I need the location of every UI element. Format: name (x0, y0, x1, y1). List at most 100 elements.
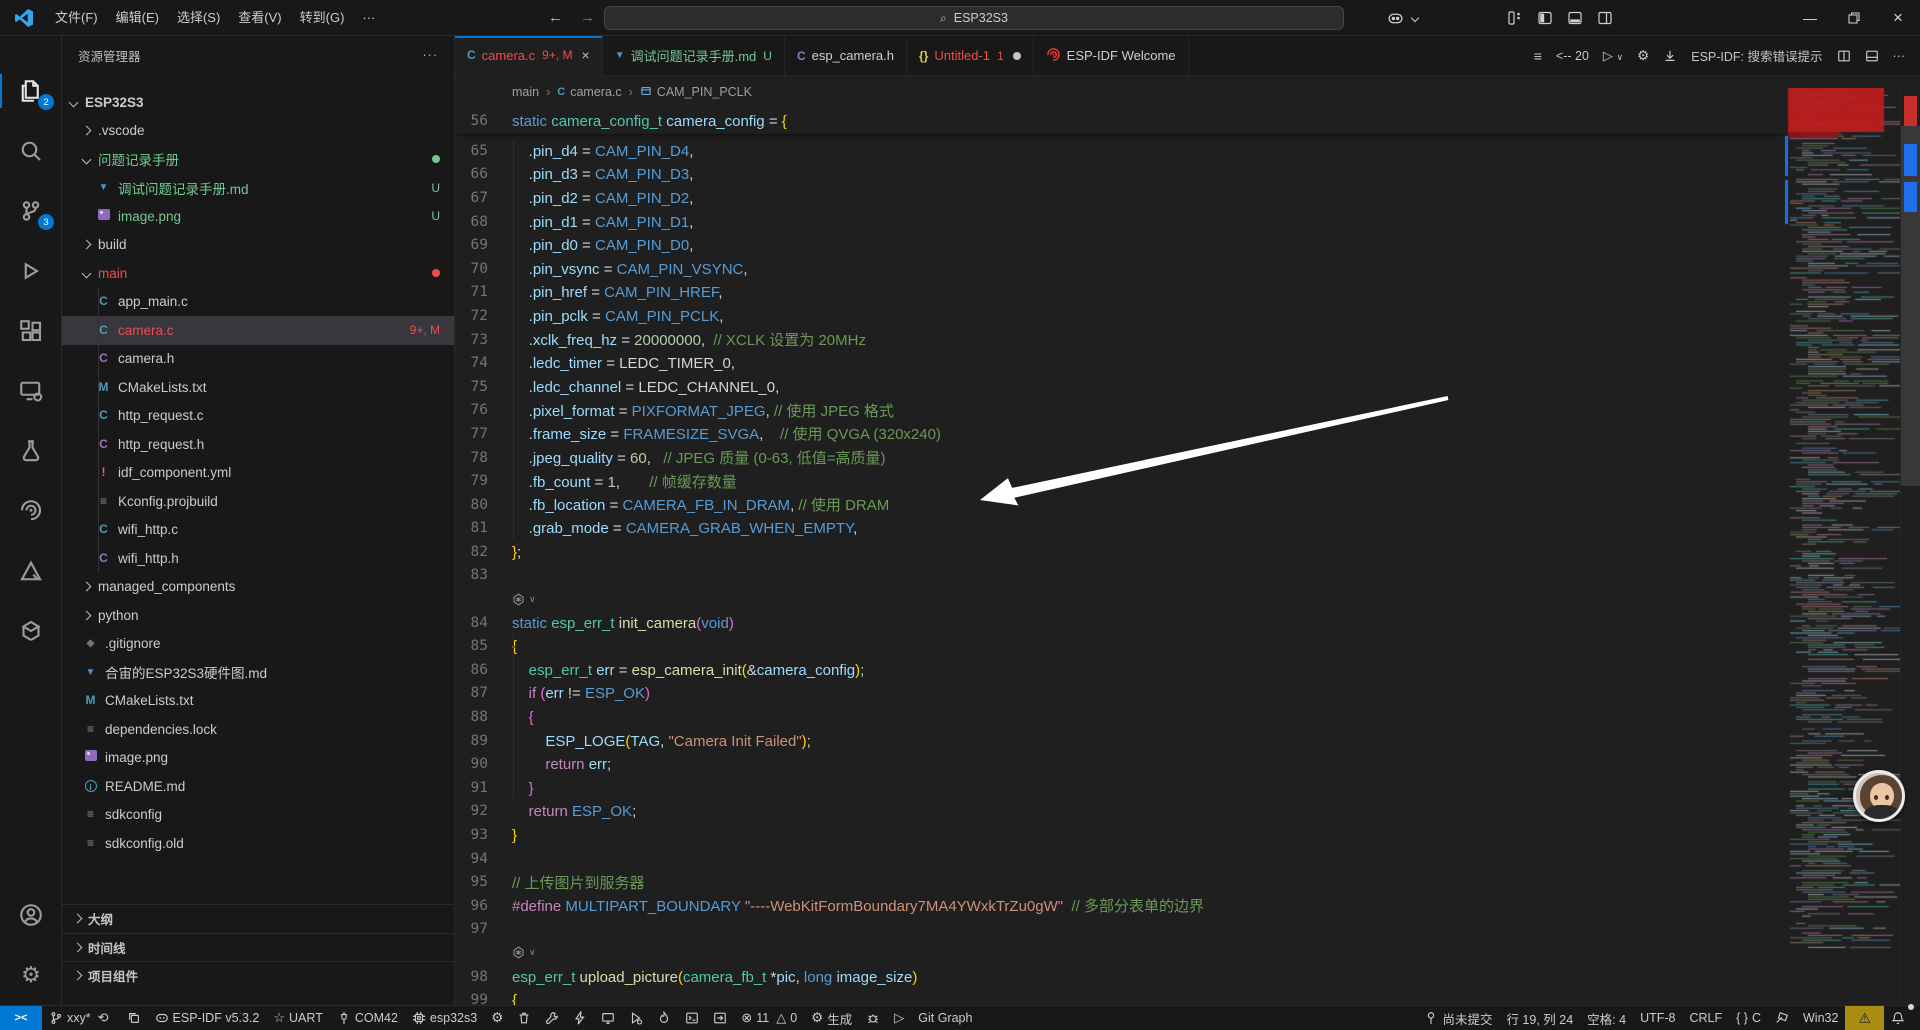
status-esp-tool[interactable] (1768, 1006, 1796, 1030)
code-row[interactable]: 91 } (455, 776, 1785, 800)
status-encoding[interactable]: UTF-8 (1633, 1006, 1682, 1030)
menu-[interactable]: ··· (353, 0, 384, 36)
code-line-text[interactable]: .xclk_freq_hz = 20000000, // XCLK 设置为 20… (512, 329, 866, 350)
code-row[interactable]: 69 .pin_d0 = CAM_PIN_D0, (455, 233, 1785, 257)
tree-item-managed_components[interactable]: managed_components (62, 573, 454, 602)
section-project-components[interactable]: 项目组件 (62, 961, 454, 990)
breadcrumb-main[interactable]: main (512, 85, 539, 99)
activity-settings[interactable]: ⚙ (0, 952, 62, 998)
sticky-scroll-line[interactable]: 56static camera_config_t camera_config =… (455, 108, 1785, 134)
line-number[interactable]: 82 (455, 544, 488, 560)
tree-item-.gitignore[interactable]: ◆.gitignore (62, 630, 454, 659)
activity-espidf-tools[interactable] (0, 548, 62, 594)
code-line-text[interactable]: esp_err_t err = esp_camera_init(&camera_… (512, 661, 864, 679)
status-serial-port[interactable]: COM42 (330, 1006, 405, 1030)
code-row[interactable]: 75 .ledc_channel = LEDC_CHANNEL_0, (455, 375, 1785, 399)
code-line-text[interactable]: .fb_count = 1, // 帧缓存数量 (512, 471, 737, 492)
line-number[interactable]: 87 (455, 685, 488, 701)
line-number[interactable]: 66 (455, 166, 488, 182)
code-row[interactable]: 70 .pin_vsync = CAM_PIN_VSYNC, (455, 257, 1785, 281)
tree-item-sdkconfig.old[interactable]: ≡sdkconfig.old (62, 829, 454, 858)
code-row[interactable]: 81 .grab_mode = CAMERA_GRAB_WHEN_EMPTY, (455, 517, 1785, 541)
tree-item-dependencies.lock[interactable]: ≡dependencies.lock (62, 715, 454, 744)
status-espidf-version[interactable]: ESP-IDF v5.3.2 (148, 1006, 267, 1030)
tree-item-http_request.h[interactable]: Chttp_request.h (62, 430, 454, 459)
nav-back-icon[interactable]: ← (540, 9, 571, 26)
action-split-editor[interactable] (1830, 49, 1858, 63)
tree-item-Kconfig.projbuild[interactable]: ≡Kconfig.projbuild (62, 487, 454, 516)
status-warning-box[interactable]: ⚠ (1845, 1006, 1884, 1030)
action-more-actions[interactable]: ··· (1886, 49, 1913, 63)
line-number[interactable]: 88 (455, 709, 488, 725)
code-line-text[interactable]: } (512, 826, 517, 844)
line-number[interactable]: 83 (455, 567, 488, 583)
window-restore-button[interactable] (1832, 0, 1876, 36)
code-line-text[interactable]: ESP_LOGE(TAG, "Camera Init Failed"); (512, 732, 811, 750)
tree-item-wifi_http.h[interactable]: Cwifi_http.h (62, 544, 454, 573)
code-row[interactable]: 83 (455, 564, 1785, 588)
code-line-text[interactable]: .pin_d2 = CAM_PIN_D2, (512, 189, 693, 207)
code-row[interactable]: 67 .pin_d2 = CAM_PIN_D2, (455, 186, 1785, 210)
activity-espidf-explorer[interactable] (0, 488, 62, 534)
action-outline-list[interactable]: ≡ (1527, 48, 1549, 64)
code-row[interactable]: 98esp_err_t upload_picture(camera_fb_t *… (455, 965, 1785, 989)
line-number[interactable]: 69 (455, 237, 488, 253)
copilot-suggestion-icon[interactable]: ∨ (512, 946, 536, 959)
status-run[interactable]: ▷ (887, 1006, 911, 1030)
activity-extensions[interactable] (0, 308, 62, 354)
status-debug[interactable] (622, 1006, 650, 1030)
code-line-text[interactable]: { (512, 708, 534, 726)
tree-item-.vscode[interactable]: .vscode (62, 117, 454, 146)
menu-G[interactable]: 转到(G) (291, 0, 354, 36)
activity-remote-explorer[interactable] (0, 368, 62, 414)
status-platform[interactable]: Win32 (1796, 1006, 1845, 1030)
code-row[interactable]: 74 .ledc_timer = LEDC_TIMER_0, (455, 351, 1785, 375)
code-row[interactable]: 99{ (455, 988, 1785, 1005)
code-line-text[interactable]: .pin_vsync = CAM_PIN_VSYNC, (512, 260, 748, 278)
status-cursor-position[interactable]: 行 19, 列 24 (1499, 1006, 1580, 1030)
menu-V[interactable]: 查看(V) (229, 0, 290, 36)
code-row[interactable]: 77 .frame_size = FRAMESIZE_SVGA, // 使用 Q… (455, 422, 1785, 446)
nav-forward-icon[interactable]: → (572, 9, 603, 26)
line-number[interactable]: 77 (455, 426, 488, 442)
tree-item-.md[interactable]: ▼调试问题记录手册.mdU (62, 174, 454, 203)
status-duplicate-session[interactable] (120, 1006, 148, 1030)
tree-item-camera.c[interactable]: Ccamera.c9+, M (62, 316, 454, 345)
explorer-more-actions[interactable]: ··· (423, 48, 439, 62)
line-number[interactable]: 96 (455, 898, 488, 914)
code-line-text[interactable]: .ledc_timer = LEDC_TIMER_0, (512, 354, 735, 372)
tree-item-wifi_http.c[interactable]: Cwifi_http.c (62, 516, 454, 545)
customize-layout-icon[interactable] (1500, 5, 1530, 31)
code-line-text[interactable]: .pixel_format = PIXFORMAT_JPEG, // 使用 JP… (512, 400, 894, 421)
line-number[interactable]: 86 (455, 662, 488, 678)
code-line-text[interactable]: } (512, 779, 534, 797)
toggle-sidebar-icon[interactable] (1530, 5, 1560, 31)
tree-item-python[interactable]: python (62, 601, 454, 630)
copilot-button[interactable] (1380, 0, 1426, 36)
status-notifications[interactable] (1884, 1006, 1912, 1030)
line-number[interactable]: 73 (455, 332, 488, 348)
status-menuconfig[interactable]: ⚙ (484, 1006, 510, 1030)
code-row[interactable]: 66 .pin_d3 = CAM_PIN_D3, (455, 163, 1785, 187)
status-import-project[interactable] (706, 1006, 734, 1030)
line-number[interactable]: 84 (455, 615, 488, 631)
code-row[interactable]: 96#define MULTIPART_BOUNDARY "----WebKit… (455, 894, 1785, 918)
tree-item-CMakeLists.txt[interactable]: MCMakeLists.txt (62, 687, 454, 716)
scrollbar-thumb[interactable] (1901, 126, 1920, 486)
status-terminal[interactable] (678, 1006, 706, 1030)
code-row[interactable]: 80 .fb_location = CAMERA_FB_IN_DRAM, // … (455, 493, 1785, 517)
code-line-text[interactable]: return ESP_OK; (512, 802, 636, 820)
toggle-panel-icon[interactable] (1560, 5, 1590, 31)
status-full-clean[interactable] (510, 1006, 538, 1030)
status-git-branch[interactable]: xxy*⟲ (42, 1006, 120, 1030)
menu-E[interactable]: 编辑(E) (107, 0, 168, 36)
action-toggle-panel[interactable] (1858, 49, 1886, 63)
action-run-settings[interactable]: ⚙ (1630, 48, 1656, 64)
menu-S[interactable]: 选择(S) (168, 0, 229, 36)
tree-item-ESP32S3.md[interactable]: ▼合宙的ESP32S3硬件图.md (62, 658, 454, 687)
line-number[interactable]: 80 (455, 497, 488, 513)
line-number[interactable]: 71 (455, 284, 488, 300)
status-language-mode[interactable]: { }C (1729, 1006, 1768, 1030)
code-row[interactable]: 78 .jpeg_quality = 60, // JPEG 质量 (0-63,… (455, 446, 1785, 470)
status-device-target[interactable]: esp32s3 (405, 1006, 484, 1030)
